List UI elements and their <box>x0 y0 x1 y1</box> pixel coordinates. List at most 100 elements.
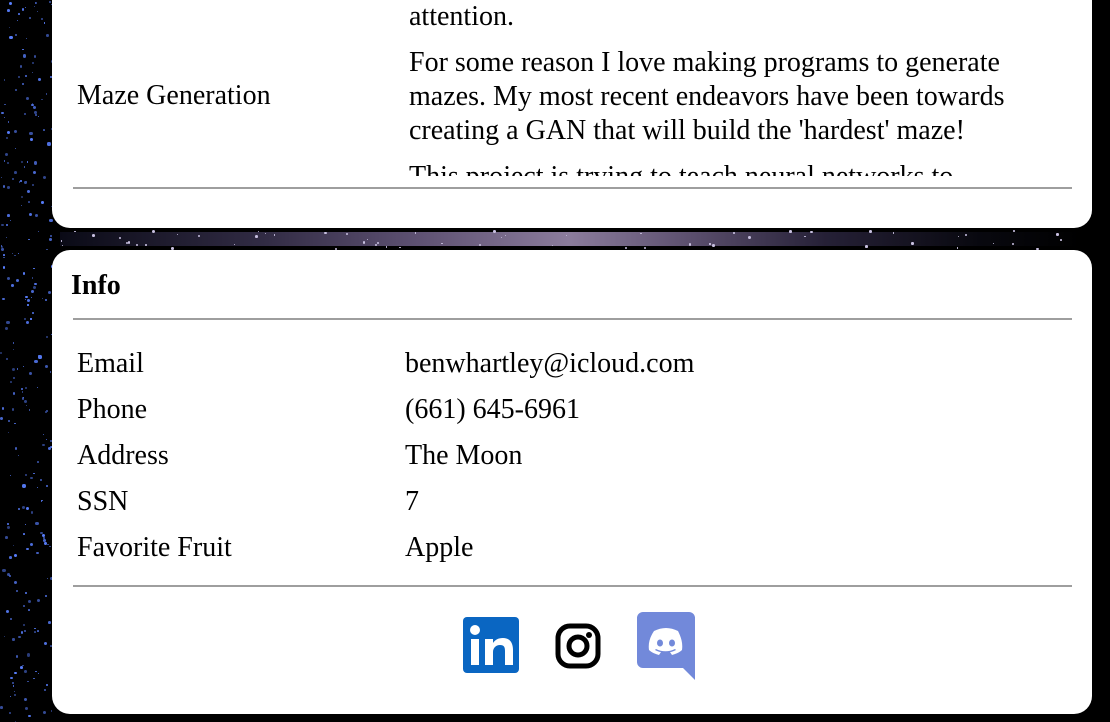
star <box>624 246 628 250</box>
star <box>44 364 48 368</box>
star <box>17 19 19 21</box>
star <box>50 710 53 712</box>
star <box>15 278 19 283</box>
star <box>8 431 10 434</box>
info-top-divider <box>73 318 1072 320</box>
star <box>17 75 21 79</box>
star <box>1 223 4 227</box>
star <box>911 242 914 245</box>
star <box>17 455 20 457</box>
info-row-email: Email benwhartley@icloud.com <box>77 347 1067 393</box>
projects-divider <box>73 187 1072 189</box>
star <box>37 461 39 464</box>
star <box>43 710 46 714</box>
star <box>6 522 10 526</box>
star <box>11 682 14 685</box>
star <box>10 380 13 383</box>
star <box>3 116 5 118</box>
star <box>12 376 16 380</box>
star <box>26 96 30 100</box>
email-value[interactable]: benwhartley@icloud.com <box>405 347 694 381</box>
star <box>25 404 27 407</box>
info-row-ssn: SSN 7 <box>77 485 1067 531</box>
star <box>46 485 49 488</box>
star <box>42 175 46 180</box>
star <box>31 311 35 314</box>
linkedin-icon[interactable] <box>463 617 519 673</box>
star <box>31 290 35 293</box>
star <box>39 478 43 482</box>
star <box>0 177 2 179</box>
star <box>47 142 51 146</box>
star <box>34 111 37 114</box>
info-heading: Info <box>71 270 121 301</box>
project-description: For some reason I love making programs t… <box>409 47 1005 146</box>
info-label: Phone <box>77 394 147 425</box>
star <box>15 148 17 150</box>
star <box>26 320 30 324</box>
star <box>14 581 18 585</box>
star <box>18 13 20 15</box>
star <box>15 89 17 91</box>
star <box>23 399 27 403</box>
star <box>1 248 4 251</box>
star <box>24 113 27 116</box>
star <box>254 235 258 238</box>
star <box>24 299 26 301</box>
info-label: Favorite Fruit <box>77 532 232 563</box>
star <box>643 246 646 249</box>
star <box>3 256 5 259</box>
star <box>41 17 44 20</box>
star <box>0 416 4 420</box>
star <box>22 484 26 488</box>
star <box>14 422 16 424</box>
star <box>34 2 37 5</box>
project-name: Maze Generation <box>77 80 271 111</box>
star <box>45 594 48 597</box>
star <box>49 545 51 548</box>
star <box>12 684 15 687</box>
star <box>8 574 12 578</box>
star <box>32 267 35 270</box>
instagram-icon[interactable] <box>555 623 601 669</box>
star <box>38 115 40 117</box>
discord-icon[interactable] <box>637 612 695 680</box>
star <box>22 54 27 58</box>
star <box>8 2 12 6</box>
star <box>3 79 6 81</box>
star <box>21 8 25 11</box>
star <box>2 297 6 301</box>
star <box>42 443 45 446</box>
star <box>25 296 28 299</box>
star <box>38 355 42 359</box>
star <box>20 388 23 391</box>
star <box>32 105 37 109</box>
info-row-phone: Phone (661) 645-6961 <box>77 393 1067 439</box>
ssn-value: 7 <box>405 486 419 517</box>
star <box>29 132 33 136</box>
star <box>45 93 48 95</box>
star <box>21 161 24 164</box>
star <box>25 6 27 9</box>
star <box>35 213 39 217</box>
star <box>44 542 47 545</box>
star <box>8 711 11 714</box>
star <box>11 408 15 411</box>
star <box>374 243 378 246</box>
star <box>34 114 38 117</box>
star <box>7 276 11 280</box>
info-row-favorite-fruit: Favorite Fruit Apple <box>77 531 1067 577</box>
info-label: Email <box>77 348 144 379</box>
star <box>36 486 39 488</box>
star <box>5 153 8 157</box>
star <box>29 542 34 547</box>
star <box>803 235 806 238</box>
star <box>9 695 12 698</box>
star <box>864 245 868 249</box>
star <box>9 474 12 477</box>
star <box>32 183 35 186</box>
star <box>24 591 28 595</box>
star <box>789 231 791 233</box>
star <box>14 130 18 134</box>
favorite-fruit-value: Apple <box>405 532 474 563</box>
